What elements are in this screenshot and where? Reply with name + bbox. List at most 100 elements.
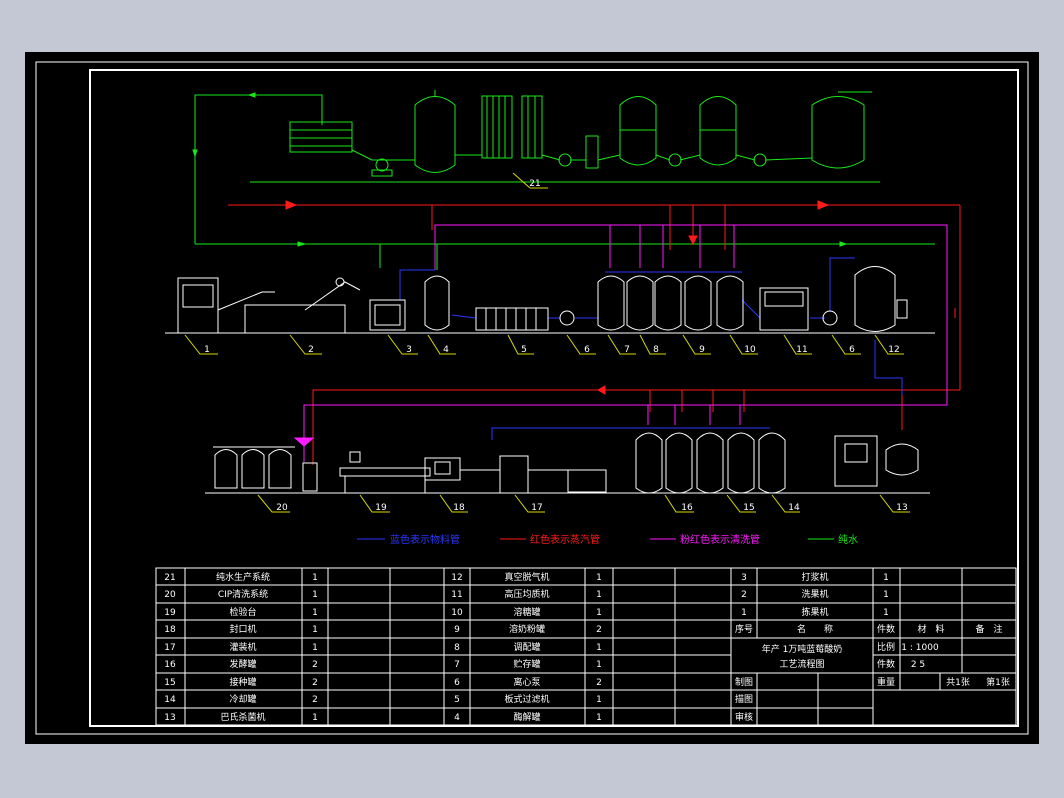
part-2-no: 2 bbox=[741, 590, 747, 600]
bottom-row-numbers: 20 19 18 17 16 15 14 13 bbox=[276, 503, 907, 513]
sheets-total: 共1张 bbox=[946, 677, 970, 688]
part-15-name: 接种罐 bbox=[229, 676, 256, 688]
equip-number-11: 11 bbox=[796, 345, 807, 355]
part-16-qty: 2 bbox=[312, 660, 318, 670]
part-15-no: 15 bbox=[164, 678, 175, 688]
part-20-name: CIP清洗系统 bbox=[218, 588, 268, 600]
part-5-qty: 1 bbox=[596, 695, 602, 705]
part-12-qty: 1 bbox=[596, 573, 602, 583]
title-block: 年产 1万吨蓝莓酸奶 工艺流程图 比例 1 : 1000 件数 2 5 重量 共… bbox=[735, 641, 1010, 723]
part-3-qty: 1 bbox=[883, 573, 889, 583]
part-8-qty: 1 bbox=[596, 643, 602, 653]
part-15-qty: 2 bbox=[312, 678, 318, 688]
equip-number-18: 18 bbox=[453, 503, 465, 513]
header-material: 材 料 bbox=[917, 623, 944, 635]
part-10-name: 溶糖罐 bbox=[513, 606, 540, 618]
part-1-no: 1 bbox=[741, 608, 747, 618]
header-seq: 序号 bbox=[735, 623, 753, 635]
bottom-row-equipment bbox=[205, 432, 930, 494]
part-3-no: 3 bbox=[741, 573, 747, 583]
part-19-qty: 1 bbox=[312, 608, 318, 618]
part-6-qty: 2 bbox=[596, 678, 602, 688]
part-11-qty: 1 bbox=[596, 590, 602, 600]
equip-number-15: 15 bbox=[743, 503, 754, 513]
equip-number-8: 8 bbox=[653, 345, 659, 355]
part-13-name: 巴氏杀菌机 bbox=[220, 711, 265, 723]
part-9-no: 9 bbox=[454, 625, 460, 635]
legend-material: 蓝色表示物料管 bbox=[390, 533, 460, 546]
part-1-name: 拣果机 bbox=[801, 606, 828, 618]
legend-water: 纯水 bbox=[838, 533, 858, 546]
traced-label: 描图 bbox=[735, 693, 753, 705]
pure-water-pipes bbox=[192, 92, 935, 270]
part-5-name: 板式过滤机 bbox=[504, 693, 549, 705]
material-pipes bbox=[399, 257, 903, 440]
part-3-name: 打浆机 bbox=[801, 571, 828, 583]
header-name: 名 称 bbox=[797, 623, 833, 635]
equip-number-10: 10 bbox=[744, 345, 756, 355]
part-14-qty: 2 bbox=[312, 695, 318, 705]
equip-number-19: 19 bbox=[375, 503, 387, 513]
part-4-no: 4 bbox=[454, 713, 460, 723]
part-18-no: 18 bbox=[164, 625, 176, 635]
bottom-row-leaders bbox=[257, 494, 910, 513]
equip-number-14: 14 bbox=[788, 503, 800, 513]
part-12-no: 12 bbox=[451, 573, 462, 583]
weight-label: 重量 bbox=[877, 676, 895, 688]
legend-cip: 粉红色表示清洗管 bbox=[680, 533, 760, 546]
part-18-qty: 1 bbox=[312, 625, 318, 635]
equip-number-2: 2 bbox=[308, 345, 314, 355]
part-2-name: 洗果机 bbox=[801, 588, 828, 600]
part-21-name: 纯水生产系统 bbox=[216, 571, 270, 583]
header-qty: 件数 bbox=[877, 623, 895, 635]
leader-21 bbox=[512, 172, 531, 189]
equip-number-7: 7 bbox=[624, 345, 630, 355]
process-flow-drawing: 21 1 2 3 4 5 6 7 8 9 10 11 6 12 20 19 18… bbox=[35, 61, 1029, 735]
part-11-no: 11 bbox=[451, 590, 462, 600]
equip-number-6b: 6 bbox=[849, 345, 855, 355]
drawing-title-line1: 年产 1万吨蓝莓酸奶 bbox=[762, 643, 843, 655]
part-16-no: 16 bbox=[164, 660, 176, 670]
part-13-qty: 1 bbox=[312, 713, 318, 723]
equip-number-5: 5 bbox=[521, 345, 527, 355]
part-4-name: 酶解罐 bbox=[513, 711, 540, 723]
part-11-name: 高压均质机 bbox=[504, 588, 549, 600]
part-21-qty: 1 bbox=[312, 573, 318, 583]
part-6-name: 离心泵 bbox=[513, 676, 540, 688]
part-8-no: 8 bbox=[454, 643, 460, 653]
pure-water-system bbox=[289, 90, 872, 177]
equip-number-9: 9 bbox=[699, 345, 705, 355]
equip-number-20: 20 bbox=[276, 503, 288, 513]
sheet-number: 第1张 bbox=[986, 676, 1010, 688]
cip-pipes bbox=[293, 224, 948, 462]
parts-table-col2: 12 真空脱气机 1 11 高压均质机 1 10 溶糖罐 1 9 溶奶粉罐 2 … bbox=[451, 571, 602, 723]
part-2-qty: 1 bbox=[883, 590, 889, 600]
part-20-no: 20 bbox=[164, 590, 176, 600]
equip-number-17: 17 bbox=[531, 503, 542, 513]
equip-number-13: 13 bbox=[896, 503, 907, 513]
part-20-qty: 1 bbox=[312, 590, 318, 600]
equip-number-1: 1 bbox=[204, 345, 210, 355]
part-19-name: 检验台 bbox=[229, 606, 256, 618]
pipe-legend: 蓝色表示物料管 红色表示蒸汽管 粉红色表示清洗管 纯水 bbox=[357, 533, 858, 546]
part-9-name: 溶奶粉罐 bbox=[509, 623, 545, 635]
part-14-name: 冷却罐 bbox=[229, 693, 256, 705]
part-10-no: 10 bbox=[451, 608, 463, 618]
top-row-equipment bbox=[165, 266, 935, 334]
part-14-no: 14 bbox=[164, 695, 176, 705]
equip-number-21: 21 bbox=[529, 179, 540, 189]
part-5-no: 5 bbox=[454, 695, 460, 705]
top-row-numbers: 1 2 3 4 5 6 7 8 9 10 11 6 12 bbox=[204, 345, 900, 355]
part-10-qty: 1 bbox=[596, 608, 602, 618]
part-6-no: 6 bbox=[454, 678, 460, 688]
part-17-no: 17 bbox=[164, 643, 175, 653]
equip-number-16: 16 bbox=[681, 503, 693, 513]
scale-label: 比例 bbox=[877, 641, 895, 653]
part-9-qty: 2 bbox=[596, 625, 602, 635]
checked-label: 审核 bbox=[735, 711, 753, 723]
part-19-no: 19 bbox=[164, 608, 176, 618]
drawn-label: 制图 bbox=[735, 676, 753, 688]
part-7-no: 7 bbox=[454, 660, 460, 670]
part-1-qty: 1 bbox=[883, 608, 889, 618]
equip-number-4: 4 bbox=[443, 345, 449, 355]
